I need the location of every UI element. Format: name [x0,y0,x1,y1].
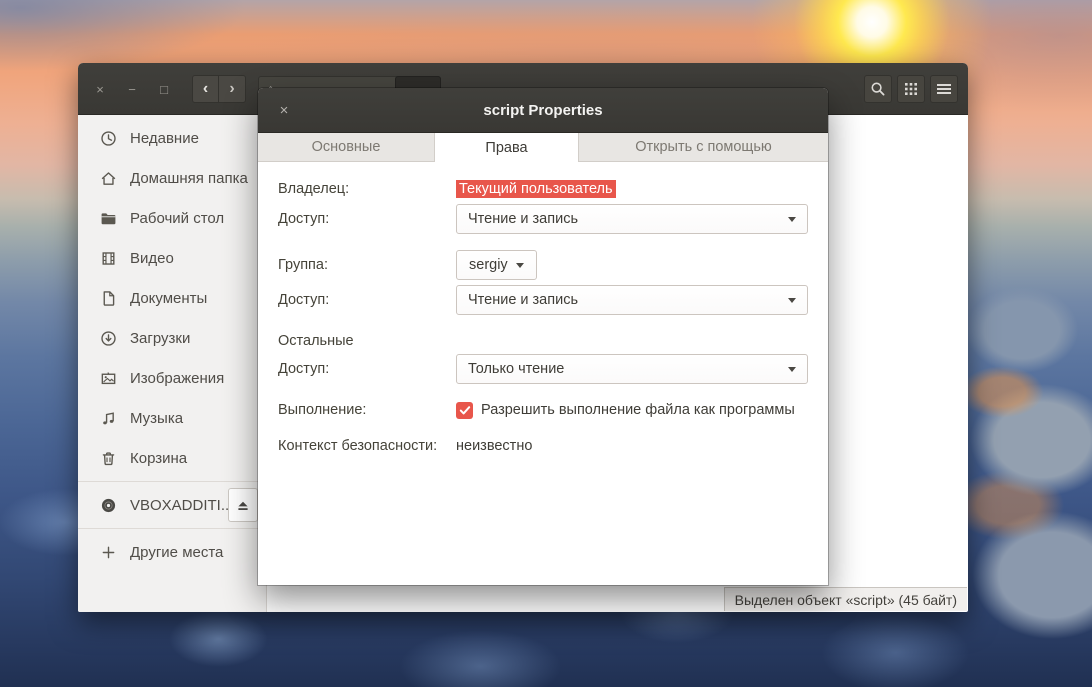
plus-icon [100,544,117,561]
execute-checkbox-label[interactable]: Разрешить выполнение файла как программы [481,402,795,418]
maximize-window-icon[interactable]: □ [154,79,174,99]
sidebar-item-videos[interactable]: Видео [78,238,266,278]
search-icon [870,81,886,97]
others-access-dropdown[interactable]: Только чтение [456,354,808,384]
chevron-down-icon [788,297,796,303]
sidebar-item-label: Другие места [130,543,224,561]
grid-view-button[interactable] [897,75,925,103]
group-value: sergiy [469,257,508,273]
music-icon [100,410,117,427]
sidebar-item-label: Музыка [130,409,184,427]
sidebar-item-trash[interactable]: Корзина [78,438,266,478]
dialog-close-icon[interactable]: × [272,88,296,133]
group-dropdown[interactable]: sergiy [456,250,537,280]
sidebar-item-label: Изображения [130,369,225,387]
chevron-down-icon [788,366,796,372]
search-button[interactable] [864,75,892,103]
image-icon [100,370,117,387]
dialog-title: script Properties [483,101,603,119]
eject-button[interactable] [228,488,258,522]
sidebar-item-label: Загрузки [130,329,191,347]
dialog-tabs: Основные Права Открыть с помощью [258,133,828,162]
sidebar-item-music[interactable]: Музыка [78,398,266,438]
eject-icon [238,501,248,510]
others-access-label: Доступ: [278,361,330,377]
back-button[interactable]: ‹ [192,75,219,103]
group-access-dropdown[interactable]: Чтение и запись [456,285,808,315]
download-icon [100,330,117,347]
status-bar: Выделен объект «script» (45 байт) [723,587,967,611]
menu-button[interactable] [930,75,958,103]
header-actions [864,75,958,103]
forward-button[interactable]: › [219,75,246,103]
sidebar-separator [78,528,266,529]
desktop-wallpaper: × − □ ‹ › ⌂ [0,0,1092,687]
sidebar-separator [78,481,266,482]
properties-dialog: × script Properties Основные Права Откры… [258,88,828,585]
sidebar-item-label: VBOXADDITI... [130,496,234,514]
sidebar-item-label: Корзина [130,449,188,467]
permissions-form: Владелец: Текущий пользователь Доступ: Ч… [258,162,828,456]
sidebar-item-label: Домашняя папка [130,169,248,187]
sidebar: Недавние Домашняя папка Рабочий стол Вид… [78,115,267,612]
execute-label: Выполнение: [278,402,367,418]
hamburger-menu-icon [937,83,951,95]
security-context-label: Контекст безопасности: [278,438,438,454]
others-section-label: Остальные [278,333,354,349]
sidebar-item-documents[interactable]: Документы [78,278,266,318]
owner-access-value: Чтение и запись [468,211,579,227]
checkmark-icon [459,405,470,414]
group-access-label: Доступ: [278,292,330,308]
folder-icon [100,210,117,227]
group-access-value: Чтение и запись [468,292,579,308]
minimize-window-icon[interactable]: − [122,79,142,99]
document-icon [100,290,117,307]
owner-access-dropdown[interactable]: Чтение и запись [456,204,808,234]
execute-checkbox[interactable] [456,401,473,419]
sidebar-item-other-locations[interactable]: Другие места [78,532,266,572]
status-text: Выделен объект «script» (45 байт) [734,591,957,608]
tab-permissions[interactable]: Права [434,133,579,162]
sidebar-item-recent[interactable]: Недавние [78,118,266,158]
home-icon [100,170,117,187]
chevron-down-icon [515,262,524,268]
clock-icon [100,130,117,147]
film-icon [100,250,117,267]
sidebar-item-label: Рабочий стол [130,209,225,227]
sidebar-item-label: Недавние [130,129,199,147]
tab-basic[interactable]: Основные [258,133,434,161]
dialog-titlebar[interactable]: × script Properties [258,88,828,133]
sidebar-item-home[interactable]: Домашняя папка [78,158,266,198]
trash-icon [100,450,117,467]
chevron-down-icon [788,216,796,222]
owner-access-label: Доступ: [278,211,330,227]
sidebar-item-vbox-volume[interactable]: VBOXADDITI... [78,485,266,525]
sidebar-item-label: Документы [130,289,208,307]
security-context-value: неизвестно [456,438,533,454]
sidebar-item-downloads[interactable]: Загрузки [78,318,266,358]
disc-icon [100,497,117,514]
nav-buttons: ‹ › [192,75,246,103]
close-window-icon[interactable]: × [90,79,110,99]
sidebar-item-label: Видео [130,249,174,267]
grid-view-icon [904,82,918,96]
group-label: Группа: [278,257,328,273]
sidebar-item-pictures[interactable]: Изображения [78,358,266,398]
tab-open-with[interactable]: Открыть с помощью [579,133,828,161]
sidebar-item-desktop[interactable]: Рабочий стол [78,198,266,238]
window-controls: × − □ [90,63,174,115]
owner-value[interactable]: Текущий пользователь [456,180,616,198]
owner-label: Владелец: [278,181,350,197]
others-access-value: Только чтение [468,361,565,377]
